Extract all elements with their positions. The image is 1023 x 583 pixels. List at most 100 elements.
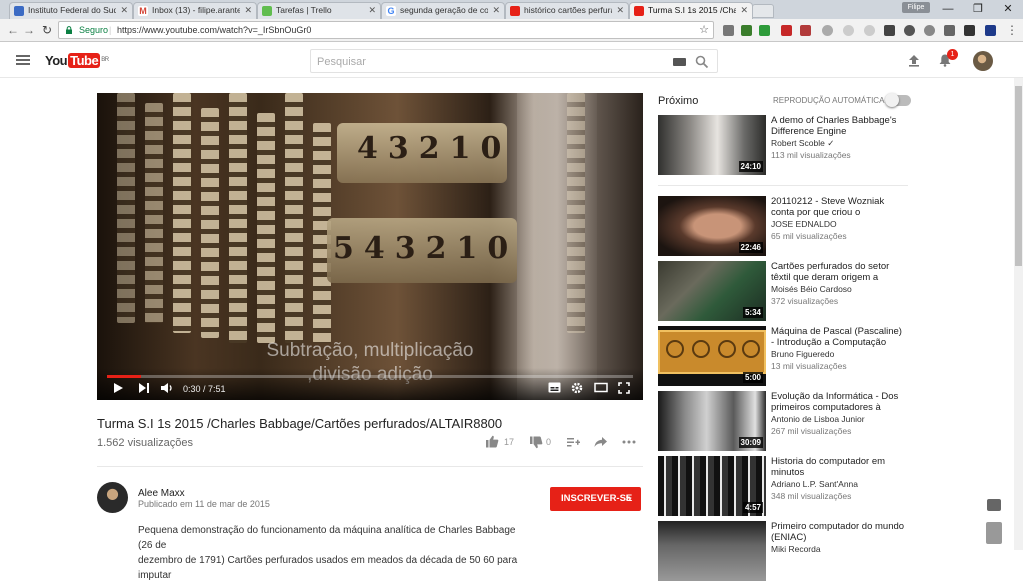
tab-close-icon[interactable]: ✕ (244, 3, 252, 18)
recommended-video[interactable]: Primeiro computador do mundo (ENIAC) Mik… (658, 521, 908, 583)
extension-icon[interactable] (864, 25, 875, 36)
back-arrow-icon[interactable]: ← (6, 23, 20, 37)
volume-icon[interactable] (160, 382, 174, 394)
keyboard-icon[interactable] (673, 58, 686, 66)
bookmark-star-icon[interactable]: ☆ (699, 22, 709, 38)
more-options-icon[interactable] (622, 440, 636, 444)
recommended-video[interactable]: 22:46 20110212 - Steve Wozniak conta por… (658, 196, 908, 258)
page-scrollbar[interactable] (1014, 78, 1023, 550)
recommended-video[interactable]: 30:09 Evolução da Informática - Dos prim… (658, 391, 908, 453)
tab-close-icon[interactable]: ✕ (368, 3, 376, 18)
extension-icon[interactable] (741, 25, 752, 36)
tab-label: histórico cartões perfurad (524, 5, 612, 15)
w-extension-icon[interactable] (964, 25, 975, 36)
autoplay-toggle[interactable] (885, 93, 911, 107)
reload-icon[interactable]: ↻ (40, 23, 54, 37)
address-bar[interactable]: Seguro | https://www.youtube.com/watch?v… (58, 21, 714, 39)
settings-gear-icon[interactable] (571, 382, 583, 394)
secure-label: Seguro (79, 25, 109, 35)
video-duration: 22:46 (738, 242, 763, 253)
recommended-title[interactable]: Primeiro computador do mundo (ENIAC) (771, 521, 906, 543)
scroll-thumb[interactable] (1015, 86, 1022, 266)
browser-tab-inbox[interactable]: M Inbox (13) - filipe.arantes ✕ (133, 2, 257, 19)
new-tab-button[interactable] (752, 4, 774, 18)
tab-close-icon[interactable]: ✕ (740, 3, 748, 18)
recommended-video[interactable]: 5:34 Cartões perfurados do setor têxtil … (658, 261, 908, 323)
video-thumbnail[interactable]: 5:34 (658, 261, 766, 321)
recommended-title[interactable]: Cartões perfurados do setor têxtil que d… (771, 261, 906, 283)
video-thumbnail[interactable]: 24:10 (658, 115, 766, 175)
recommended-title[interactable]: Evolução da Informática - Dos primeiros … (771, 391, 906, 413)
recommended-views: 113 mil visualizações (771, 150, 851, 160)
video-thumbnail[interactable] (658, 521, 766, 581)
search-icon[interactable] (695, 55, 709, 69)
extension-icon[interactable] (884, 25, 895, 36)
fullscreen-icon[interactable] (618, 382, 630, 394)
chrome-menu-icon[interactable]: ⋮ (1006, 24, 1018, 37)
tab-close-icon[interactable]: ✕ (492, 3, 500, 18)
extension-icon[interactable] (944, 25, 955, 36)
dislike-thumb-icon[interactable] (529, 436, 543, 449)
video-thumbnail[interactable]: 4:57 (658, 456, 766, 516)
dial (666, 340, 684, 358)
subscribe-button[interactable]: INSCREVER-SE 5 (550, 487, 641, 511)
profile-chip[interactable]: Filipe (902, 2, 930, 13)
tab-close-icon[interactable]: ✕ (616, 3, 624, 18)
forward-arrow-icon[interactable]: → (22, 23, 36, 37)
extension-icon[interactable] (924, 25, 935, 36)
maximize-button[interactable]: ❐ (966, 2, 990, 16)
recommended-title[interactable]: Máquina de Pascal (Pascaline) - Introduç… (771, 326, 906, 348)
extension-icon[interactable] (781, 25, 792, 36)
browser-toolbar: ← → ↻ Seguro | https://www.youtube.com/w… (0, 19, 1023, 42)
video-thumbnail[interactable]: 30:09 (658, 391, 766, 451)
browser-tab-trello[interactable]: Tarefas | Trello ✕ (257, 2, 381, 19)
share-icon[interactable] (594, 436, 607, 448)
browser-tab-google-search[interactable]: G segunda geração de com ✕ (381, 2, 505, 19)
theater-mode-icon[interactable] (594, 382, 608, 393)
channel-name[interactable]: Alee Maxx (138, 488, 185, 499)
like-thumb-icon[interactable] (485, 435, 499, 448)
feedback-icon[interactable] (987, 499, 1001, 511)
next-video-icon[interactable] (138, 382, 150, 394)
account-avatar[interactable] (973, 51, 993, 71)
gear-column (257, 113, 275, 343)
close-window-button[interactable]: ✕ (996, 2, 1020, 16)
extension-icon[interactable] (822, 25, 833, 36)
browser-tab-ifsudeste[interactable]: Instituto Federal do Sudes ✕ (9, 2, 133, 19)
tab-close-icon[interactable]: ✕ (120, 3, 128, 18)
recommended-title[interactable]: A demo of Charles Babbage's Difference E… (771, 115, 906, 137)
channel-avatar[interactable] (97, 482, 128, 513)
n-extension-icon[interactable] (985, 25, 996, 36)
minimize-button[interactable]: — (936, 2, 960, 16)
upload-icon[interactable] (908, 54, 920, 67)
browser-tab-youtube-search[interactable]: histórico cartões perfurad ✕ (505, 2, 629, 19)
guide-menu-icon[interactable] (16, 55, 30, 65)
browser-tab-youtube-video[interactable]: Turma S.I 1s 2015 /Charl ✕ (629, 2, 753, 20)
youtube-logo[interactable]: You Tube BR (45, 53, 109, 68)
extension-icon[interactable] (800, 25, 811, 36)
recommended-title[interactable]: 20110212 - Steve Wozniak conta por que c… (771, 196, 906, 218)
scroll-to-top-icon[interactable] (986, 522, 1002, 544)
gear-column (229, 93, 247, 343)
url-text[interactable]: https://www.youtube.com/watch?v=_IrSbnOu… (117, 22, 311, 38)
check-extension-icon[interactable] (759, 25, 770, 36)
recommended-video[interactable]: 24:10 A demo of Charles Babbage's Differ… (658, 115, 908, 177)
notification-count-badge: 1 (947, 49, 958, 60)
captions-icon[interactable] (548, 382, 561, 393)
extension-icon[interactable] (843, 25, 854, 36)
recommended-title[interactable]: Historia do computador em minutos (771, 456, 906, 478)
video-thumbnail[interactable]: 22:46 (658, 196, 766, 256)
recommended-video[interactable]: 5:00 Máquina de Pascal (Pascaline) - Int… (658, 326, 908, 388)
video-thumbnail[interactable]: 5:00 (658, 326, 766, 386)
youtube-favicon-icon (634, 6, 644, 16)
add-to-playlist-icon[interactable] (567, 436, 580, 448)
video-player[interactable]: 43210 543210 Subtração, multiplicação ,d… (97, 93, 643, 400)
video-duration: 4:57 (742, 502, 763, 513)
extension-icon[interactable] (723, 25, 734, 36)
extension-icon[interactable] (904, 25, 915, 36)
progress-bar[interactable] (107, 375, 633, 378)
recommended-video[interactable]: 4:57 Historia do computador em minutos A… (658, 456, 908, 518)
gear-column (173, 93, 191, 333)
search-input[interactable] (317, 54, 657, 70)
play-icon[interactable] (112, 382, 124, 394)
